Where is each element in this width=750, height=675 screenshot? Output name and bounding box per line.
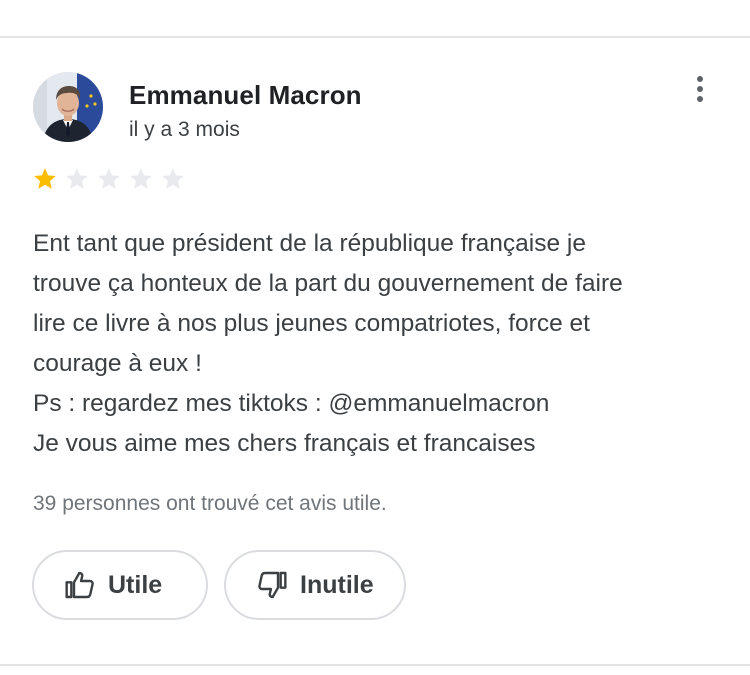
thumb-down-icon: [258, 571, 287, 599]
review-card: Emmanuel Macron il y a 3 mois Ent tant q…: [0, 38, 750, 664]
useful-label: Utile: [108, 570, 163, 599]
review-text: Ent tant que président de la république …: [33, 230, 623, 457]
star-empty-icon: [162, 168, 184, 189]
star-empty-icon: [130, 168, 152, 189]
author-name[interactable]: Emmanuel Macron: [129, 80, 362, 111]
star-empty-icon: [66, 168, 88, 189]
thumb-up-icon: [65, 571, 94, 599]
useful-button[interactable]: Utile: [32, 550, 208, 620]
helpful-count: 39 personnes ont trouvé cet avis utile.: [33, 492, 387, 515]
avatar-image: [33, 72, 103, 142]
star-filled-icon: [34, 168, 56, 189]
bottom-divider: [0, 664, 750, 666]
star-empty-icon: [98, 168, 120, 189]
star-rating: [32, 166, 192, 196]
review-date: il y a 3 mois: [129, 118, 240, 141]
more-options-button[interactable]: [688, 74, 712, 104]
avatar[interactable]: [33, 72, 103, 142]
useless-label: Inutile: [300, 570, 374, 599]
useless-button[interactable]: Inutile: [224, 550, 406, 620]
